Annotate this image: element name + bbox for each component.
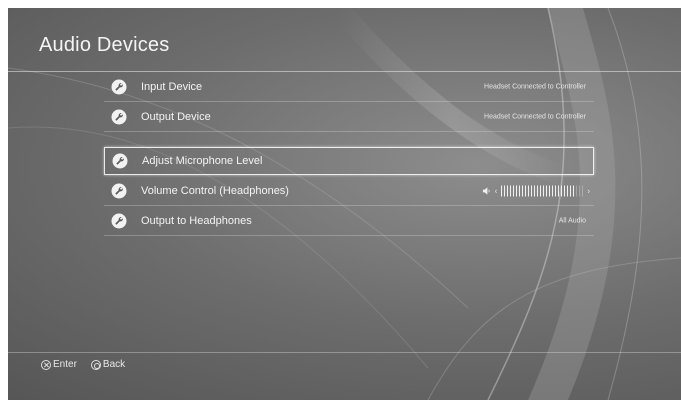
back-label: Back (102, 359, 126, 370)
volume-tick (507, 185, 509, 197)
menu-item-label: Output to Headphones (141, 215, 252, 227)
page-title: Audio Devices (39, 34, 170, 56)
enter-hint[interactable]: Enter (41, 359, 77, 370)
volume-tick (501, 185, 503, 197)
volume-tick (510, 185, 512, 197)
menu-item-volume-control-headphones[interactable]: Volume Control (Headphones) ‹ › (104, 176, 594, 206)
menu-item-adjust-microphone-level[interactable]: Adjust Microphone Level (104, 147, 594, 175)
volume-tick (573, 185, 575, 197)
menu-item-value: Headset Connected to Controller (484, 83, 586, 91)
volume-tick (540, 185, 542, 197)
volume-tick (504, 185, 506, 197)
menu-item-label: Volume Control (Headphones) (141, 185, 289, 197)
volume-tick (582, 185, 584, 197)
volume-tick (570, 185, 572, 197)
volume-tick (513, 185, 515, 197)
button-guide: Enter Back (41, 359, 125, 370)
volume-tick (555, 185, 557, 197)
speaker-icon (482, 187, 490, 195)
volume-tick (576, 185, 578, 197)
wrench-icon (112, 153, 128, 169)
volume-tick (525, 185, 527, 197)
menu-item-output-device[interactable]: Output Device Headset Connected to Contr… (104, 102, 594, 132)
enter-label: Enter (53, 359, 77, 370)
back-hint[interactable]: Back (90, 359, 126, 370)
volume-tick (531, 185, 533, 197)
volume-slider[interactable]: ‹ › (482, 185, 590, 197)
menu-item-label: Output Device (141, 111, 211, 123)
volume-tick (558, 185, 560, 197)
menu-item-input-device[interactable]: Input Device Headset Connected to Contro… (104, 72, 594, 102)
volume-increase-arrow[interactable]: › (587, 187, 590, 196)
volume-tick (528, 185, 530, 197)
wrench-icon (111, 183, 127, 199)
volume-tick (516, 185, 518, 197)
volume-tick (543, 185, 545, 197)
menu-item-value: Headset Connected to Controller (484, 113, 586, 121)
wrench-icon (111, 109, 127, 125)
audio-devices-screen: Audio Devices Input Device Headset Conne… (8, 8, 681, 400)
wrench-icon (111, 79, 127, 95)
volume-tick (537, 185, 539, 197)
cross-button-icon (41, 359, 51, 370)
volume-tick (522, 185, 524, 197)
volume-tick (561, 185, 563, 197)
volume-level-bar[interactable] (501, 185, 584, 197)
volume-tick (519, 185, 521, 197)
volume-tick (534, 185, 536, 197)
volume-tick (564, 185, 566, 197)
volume-tick (549, 185, 551, 197)
volume-decrease-arrow[interactable]: ‹ (495, 187, 498, 196)
wrench-icon (111, 213, 127, 229)
volume-tick (552, 185, 554, 197)
menu-item-value: All Audio (558, 217, 586, 225)
volume-tick (546, 185, 548, 197)
volume-tick (567, 185, 569, 197)
volume-tick (579, 185, 581, 197)
menu-item-label: Input Device (141, 81, 203, 93)
footer-divider (8, 352, 681, 353)
menu-item-label: Adjust Microphone Level (142, 155, 263, 167)
circle-button-icon (90, 359, 101, 370)
menu-item-output-to-headphones[interactable]: Output to Headphones All Audio (104, 206, 594, 236)
